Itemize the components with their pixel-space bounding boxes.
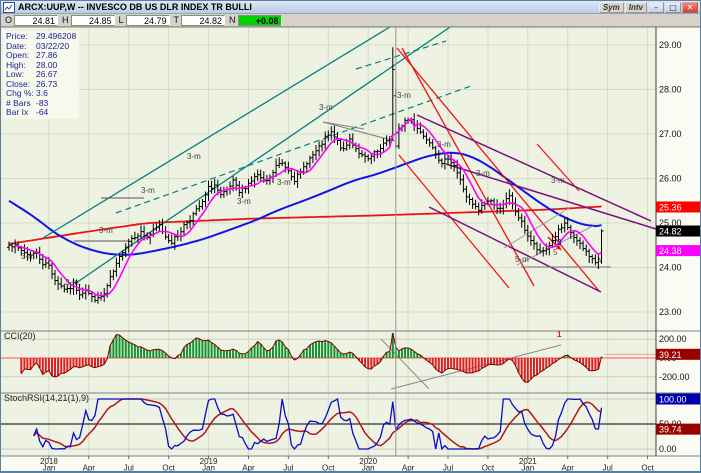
annotation-label: 3-m [277, 178, 291, 187]
price-axis-label: 27.00 [659, 129, 682, 139]
annotation-label: 3 [557, 238, 562, 247]
stochrsi-value-badge: 39.74 [656, 424, 701, 435]
quote-bar: O24.81H24.85L24.79T24.82N+0.08 [1, 14, 700, 27]
chart-backgrounds [1, 27, 701, 471]
quote-change-label: N [225, 15, 238, 25]
svg-text:39.21: 39.21 [659, 350, 682, 360]
annotation-label: 3-m [551, 176, 565, 185]
intv-button[interactable]: Intv [625, 2, 647, 13]
price-badge: 24.82 [656, 226, 701, 237]
window-title: ARCX:UUP,W -- INVESCO DB US DLR INDEX TR… [18, 2, 252, 12]
x-axis-month-label: Jul [283, 464, 293, 472]
x-axis-month-label: Jan [42, 464, 55, 472]
price-axis-label: 24.00 [659, 263, 682, 273]
x-axis-month-label: Jan [521, 464, 534, 472]
annotation-label: 3-m [187, 152, 201, 161]
cci-value-badge: 39.21 [656, 349, 701, 360]
price-badge: 25.36 [656, 201, 701, 212]
titlebar[interactable]: ARCX:UUP,W -- INVESCO DB US DLR INDEX TR… [1, 1, 700, 14]
chart-window: ARCX:UUP,W -- INVESCO DB US DLR INDEX TR… [0, 0, 701, 473]
x-axis-month-label: Jan [362, 464, 375, 472]
minimize-button[interactable]: – [648, 2, 664, 13]
svg-text:24.82: 24.82 [659, 227, 682, 237]
x-axis-month-label: Apr [562, 464, 575, 472]
x-axis-month-label: Oct [641, 464, 654, 472]
annotation-label: 3-m [319, 103, 333, 112]
x-axis-month-label: Jul [603, 464, 613, 472]
x-axis-month-label: Oct [482, 464, 495, 472]
x-axis-month-label: Oct [162, 464, 175, 472]
annotation-label: 3-m [21, 252, 35, 261]
quote-field-label-L: L [115, 15, 126, 25]
annotation-label: 3-m [476, 169, 490, 178]
quote-field-value-L: 24.79 [126, 15, 170, 26]
x-axis-month-label: Apr [402, 464, 415, 472]
quote-change-value: +0.08 [238, 15, 282, 26]
quote-field-label-T: T [170, 15, 182, 25]
stochrsi-axis-label: 0.00 [659, 444, 677, 454]
maximize-button[interactable]: □ [665, 2, 681, 13]
price-badge: 24.38 [656, 245, 701, 256]
annotation-label: 3-m [237, 197, 251, 206]
quote-field-value-H: 24.85 [71, 15, 115, 26]
data-panel: Price:29.496208Date:03/22/20Open:27.86Hi… [3, 31, 79, 119]
chart-app-icon [3, 2, 15, 13]
annotation-label: 3-m [397, 91, 411, 100]
cci-panel-label: CCI(20) [4, 331, 36, 341]
annotation-label: 3-m [65, 278, 79, 287]
annotation-label: 5-m [515, 255, 529, 264]
price-axis-label: 23.00 [659, 307, 682, 317]
svg-text:100.00: 100.00 [659, 395, 687, 405]
x-axis-month-label: Apr [242, 464, 255, 472]
cci-axis-label: -200.00 [659, 372, 690, 382]
cci-axis-label: 200.00 [659, 334, 687, 344]
annotation-label: 3-m [141, 186, 155, 195]
annotation-label: 5 [553, 248, 558, 257]
annotation-label: 3-m [437, 140, 451, 149]
x-axis-month-label: Jul [443, 464, 453, 472]
sym-button[interactable]: Sym [599, 2, 624, 13]
data-panel-row: Bar Ix-64 [6, 108, 76, 118]
price-axis-label: 26.00 [659, 174, 682, 184]
quote-field-label-H: H [58, 15, 71, 25]
svg-text:24.38: 24.38 [659, 246, 682, 256]
price-axis-label: 28.00 [659, 85, 682, 95]
quote-field-value-T: 24.82 [181, 15, 225, 26]
price-axis-label: 29.00 [659, 40, 682, 50]
x-axis-month-label: Jan [202, 464, 215, 472]
close-button[interactable]: ✕ [682, 2, 698, 13]
stochrsi-value-badge: 100.00 [656, 394, 701, 405]
x-axis-month-label: Jul [124, 464, 134, 472]
annotation-label: 3-m [99, 226, 113, 235]
chart-area[interactable]: 3-m 3-m 3-m 3-m 3-m 3-m 3-m 3-m 3-m 3-m 3-m 3-m 5-m 5… [1, 27, 701, 471]
price-chart-svg[interactable]: 3-m 3-m 3-m 3-m 3-m 3-m 3-m 3-m 3-m 3-m 3-m 3-m 5-m 5… [1, 27, 701, 471]
x-axis-month-label: Apr [83, 464, 96, 472]
quote-field-label-O: O [1, 15, 14, 25]
stochrsi-panel-label: StochRSI(14,21(1),9) [4, 393, 89, 403]
x-axis-month-label: Oct [322, 464, 335, 472]
svg-text:25.36: 25.36 [659, 202, 682, 212]
svg-text:39.74: 39.74 [659, 425, 682, 435]
quote-field-value-O: 24.81 [14, 15, 58, 26]
